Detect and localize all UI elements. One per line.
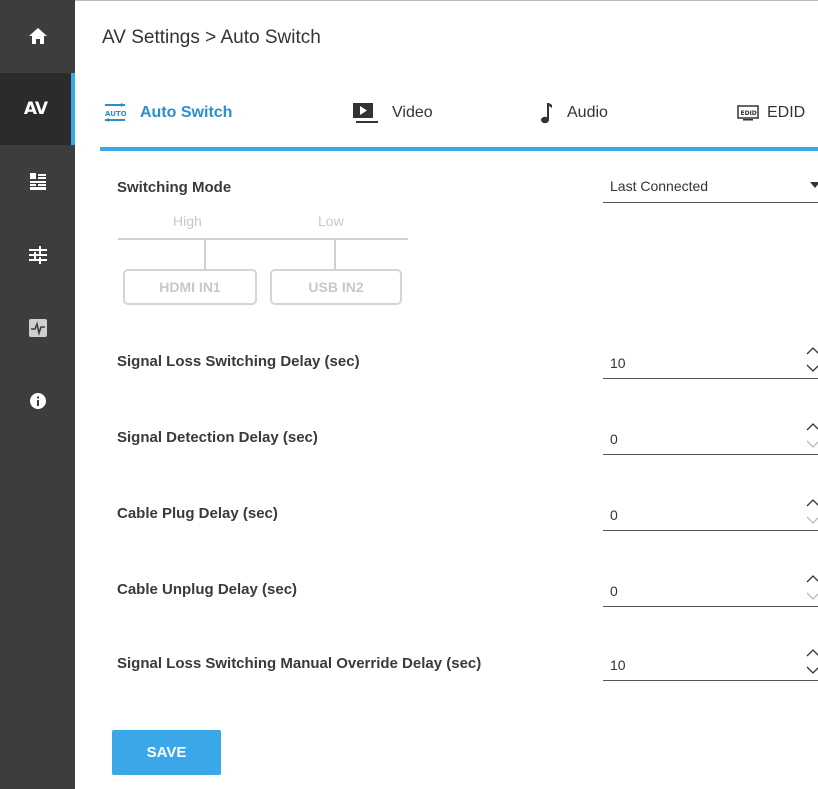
manual-override-delay-input[interactable]: 10	[603, 647, 818, 681]
switching-mode-select[interactable]: Last Connected	[603, 169, 818, 203]
stepper-icon[interactable]	[805, 419, 818, 453]
sidebar-item-av-label: AV	[23, 99, 48, 119]
priority-input-usb[interactable]: USB IN2	[270, 269, 402, 305]
switching-mode-value: Last Connected	[610, 178, 709, 194]
stepper-icon[interactable]	[805, 495, 818, 529]
priority-input-hdmi[interactable]: HDMI IN1	[123, 269, 257, 305]
tab-audio-label: Audio	[567, 104, 608, 121]
signal-detection-delay-value: 0	[610, 431, 618, 447]
sidebar-item-matrix[interactable]	[0, 146, 75, 218]
stepper-icon[interactable]	[805, 645, 818, 679]
priority-low-label: Low	[318, 213, 344, 229]
priority-connector	[204, 239, 206, 269]
sidebar-item-home[interactable]	[0, 0, 75, 72]
cable-unplug-delay-value: 0	[610, 583, 618, 599]
tab-edid[interactable]: EDID EDID	[737, 100, 805, 126]
tab-video-label: Video	[392, 104, 433, 121]
priority-connector	[334, 239, 336, 269]
main-panel: AV Settings > Auto Switch AUTO Auto Swit…	[75, 0, 818, 789]
cable-plug-delay-label: Cable Plug Delay (sec)	[117, 505, 278, 522]
pulse-icon	[28, 319, 47, 337]
edid-icon: EDID	[737, 105, 759, 121]
cable-plug-delay-value: 0	[610, 507, 618, 523]
sliders-icon	[28, 246, 47, 264]
priority-divider	[118, 238, 408, 240]
tab-auto-switch[interactable]: AUTO Auto Switch	[104, 100, 232, 126]
home-icon	[28, 28, 47, 44]
tab-audio[interactable]: Audio	[539, 100, 608, 126]
manual-override-delay-label: Signal Loss Switching Manual Override De…	[117, 655, 482, 672]
switching-mode-label: Switching Mode	[117, 179, 232, 196]
tab-video[interactable]: Video	[352, 100, 433, 126]
signal-loss-delay-value: 10	[610, 355, 626, 371]
tab-auto-switch-label: Auto Switch	[140, 104, 233, 121]
video-icon	[352, 102, 378, 124]
sidebar-item-settings[interactable]	[0, 219, 75, 291]
manual-override-delay-value: 10	[610, 657, 626, 673]
cable-unplug-delay-label: Cable Unplug Delay (sec)	[117, 581, 298, 598]
svg-text:EDID: EDID	[741, 110, 757, 117]
matrix-icon	[29, 173, 46, 190]
info-icon	[29, 393, 46, 409]
tab-bar: AUTO Auto Switch Video Audio EDID EDID	[100, 91, 818, 151]
signal-loss-delay-input[interactable]: 10	[603, 345, 818, 379]
sidebar-item-av[interactable]: AV	[0, 73, 75, 145]
sidebar: AV	[0, 0, 75, 789]
stepper-icon[interactable]	[805, 343, 818, 377]
priority-high-label: High	[173, 213, 202, 229]
sidebar-item-diagnostics[interactable]	[0, 292, 75, 364]
page-title: AV Settings > Auto Switch	[102, 27, 321, 48]
auto-switch-icon: AUTO	[104, 103, 126, 123]
signal-loss-delay-label: Signal Loss Switching Delay (sec)	[117, 353, 360, 370]
save-button[interactable]: SAVE	[112, 730, 221, 775]
svg-text:AUTO: AUTO	[105, 110, 126, 118]
priority-diagram: High Low HDMI IN1 USB IN2	[118, 209, 408, 309]
sidebar-item-info[interactable]	[0, 365, 75, 437]
music-note-icon	[539, 102, 553, 124]
stepper-icon[interactable]	[805, 571, 818, 605]
cable-unplug-delay-input[interactable]: 0	[603, 573, 818, 607]
tab-edid-label: EDID	[767, 104, 806, 121]
cable-plug-delay-input[interactable]: 0	[603, 497, 818, 531]
caret-down-icon	[810, 182, 818, 188]
signal-detection-delay-label: Signal Detection Delay (sec)	[117, 429, 318, 446]
signal-detection-delay-input[interactable]: 0	[603, 421, 818, 455]
